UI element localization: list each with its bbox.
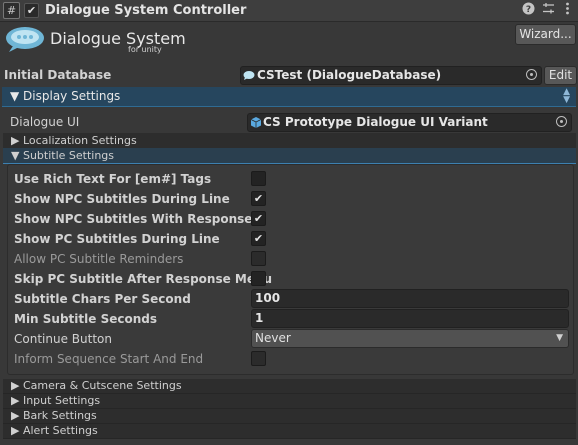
display-settings-label: ▼ Display Settings bbox=[10, 89, 121, 103]
more-icon[interactable] bbox=[560, 2, 575, 18]
use-rich-text-checkbox[interactable] bbox=[251, 171, 266, 186]
skip-pc-subtitle-checkbox[interactable] bbox=[251, 271, 266, 286]
show-npc-subtitles-with-responses-label: Show NPC Subtitles With Responses bbox=[14, 212, 260, 226]
show-npc-subtitles-during-line-label: Show NPC Subtitles During Line bbox=[14, 192, 230, 206]
allow-pc-subtitle-reminders-checkbox[interactable] bbox=[251, 251, 266, 266]
initial-database-value: CSTest (DialogueDatabase) bbox=[257, 68, 442, 82]
object-picker-icon[interactable] bbox=[556, 116, 567, 127]
foldout-arrow-icon: ▶ bbox=[11, 394, 20, 407]
preset-icon[interactable] bbox=[541, 2, 556, 18]
object-picker-icon[interactable] bbox=[526, 69, 537, 80]
component-enabled-checkbox[interactable]: ✔ bbox=[24, 3, 39, 18]
input-settings-label: Input Settings bbox=[22, 394, 101, 407]
allow-pc-subtitle-reminders-label: Allow PC Subtitle Reminders bbox=[14, 252, 184, 266]
logo-title: Dialogue System bbox=[50, 29, 186, 48]
logo-subtitle: for unity bbox=[128, 45, 162, 54]
show-npc-subtitles-during-line-checkbox[interactable]: ✔ bbox=[251, 191, 266, 206]
foldout-arrow-icon: ▶ bbox=[11, 409, 20, 422]
min-subtitle-seconds-label: Min Subtitle Seconds bbox=[14, 312, 157, 326]
component-title: Dialogue System Controller bbox=[45, 3, 247, 18]
use-rich-text-label: Use Rich Text For [em#] Tags bbox=[14, 172, 212, 186]
dialogue-system-logo-icon bbox=[5, 26, 45, 53]
foldout-arrow-icon: ▶ bbox=[11, 424, 20, 437]
script-hash-icon: # bbox=[3, 2, 20, 19]
continue-button-dropdown[interactable]: Never ▼ bbox=[251, 329, 569, 348]
continue-button-label: Continue Button bbox=[14, 332, 112, 346]
subtitle-settings-label: Subtitle Settings bbox=[22, 149, 115, 162]
inform-sequence-checkbox[interactable] bbox=[251, 351, 266, 366]
min-subtitle-seconds-value: 1 bbox=[255, 311, 264, 325]
expand-collapse-icon[interactable]: ▲ ▼ bbox=[563, 88, 570, 105]
display-settings-foldout[interactable]: ▼ Display Settings ▲ ▼ bbox=[2, 87, 576, 107]
prefab-cube-icon bbox=[250, 117, 262, 128]
foldout-arrow-icon: ▶ bbox=[11, 379, 20, 392]
dialogue-ui-value: CS Prototype Dialogue UI Variant bbox=[263, 115, 488, 129]
subtitle-settings-foldout[interactable]: ▼ Subtitle Settings bbox=[3, 148, 576, 164]
inform-sequence-label: Inform Sequence Start And End bbox=[14, 352, 204, 366]
camera-cutscene-settings-label: Camera & Cutscene Settings bbox=[22, 379, 182, 392]
wizard-button[interactable]: Wizard... bbox=[515, 24, 576, 45]
svg-text:?: ? bbox=[526, 5, 531, 15]
foldout-arrow-icon: ▶ bbox=[11, 134, 20, 147]
dialogue-ui-label: Dialogue UI bbox=[10, 115, 80, 129]
alert-settings-label: Alert Settings bbox=[22, 424, 98, 437]
subtitle-chars-per-second-value: 100 bbox=[255, 291, 281, 305]
alert-settings-foldout[interactable]: ▶ Alert Settings bbox=[3, 424, 576, 439]
camera-cutscene-settings-foldout[interactable]: ▶ Camera & Cutscene Settings bbox=[3, 379, 576, 394]
continue-button-value: Never bbox=[255, 331, 291, 345]
localization-settings-foldout[interactable]: ▶ Localization Settings bbox=[3, 133, 576, 148]
localization-settings-label: Localization Settings bbox=[22, 134, 137, 147]
skip-pc-subtitle-label: Skip PC Subtitle After Response Menu bbox=[14, 272, 273, 286]
initial-database-label: Initial Database bbox=[4, 68, 112, 82]
dialogue-ui-field[interactable]: CS Prototype Dialogue UI Variant bbox=[247, 113, 572, 132]
subtitle-chars-per-second-label: Subtitle Chars Per Second bbox=[14, 292, 191, 306]
edit-database-button[interactable]: Edit bbox=[544, 66, 577, 85]
chat-bubble-icon bbox=[243, 70, 255, 81]
show-pc-subtitles-during-line-checkbox[interactable]: ✔ bbox=[251, 231, 266, 246]
subtitle-chars-per-second-input[interactable]: 100 bbox=[251, 289, 569, 308]
initial-database-field[interactable]: CSTest (DialogueDatabase) bbox=[240, 66, 542, 85]
foldout-arrow-icon: ▼ bbox=[11, 149, 20, 162]
bark-settings-foldout[interactable]: ▶ Bark Settings bbox=[3, 409, 576, 424]
show-npc-subtitles-with-responses-checkbox[interactable]: ✔ bbox=[251, 211, 266, 226]
min-subtitle-seconds-input[interactable]: 1 bbox=[251, 309, 569, 328]
chevron-down-icon: ▼ bbox=[556, 333, 563, 343]
input-settings-foldout[interactable]: ▶ Input Settings bbox=[3, 394, 576, 409]
help-icon[interactable]: ? bbox=[521, 2, 536, 18]
show-pc-subtitles-during-line-label: Show PC Subtitles During Line bbox=[14, 232, 220, 246]
bark-settings-label: Bark Settings bbox=[22, 409, 97, 422]
